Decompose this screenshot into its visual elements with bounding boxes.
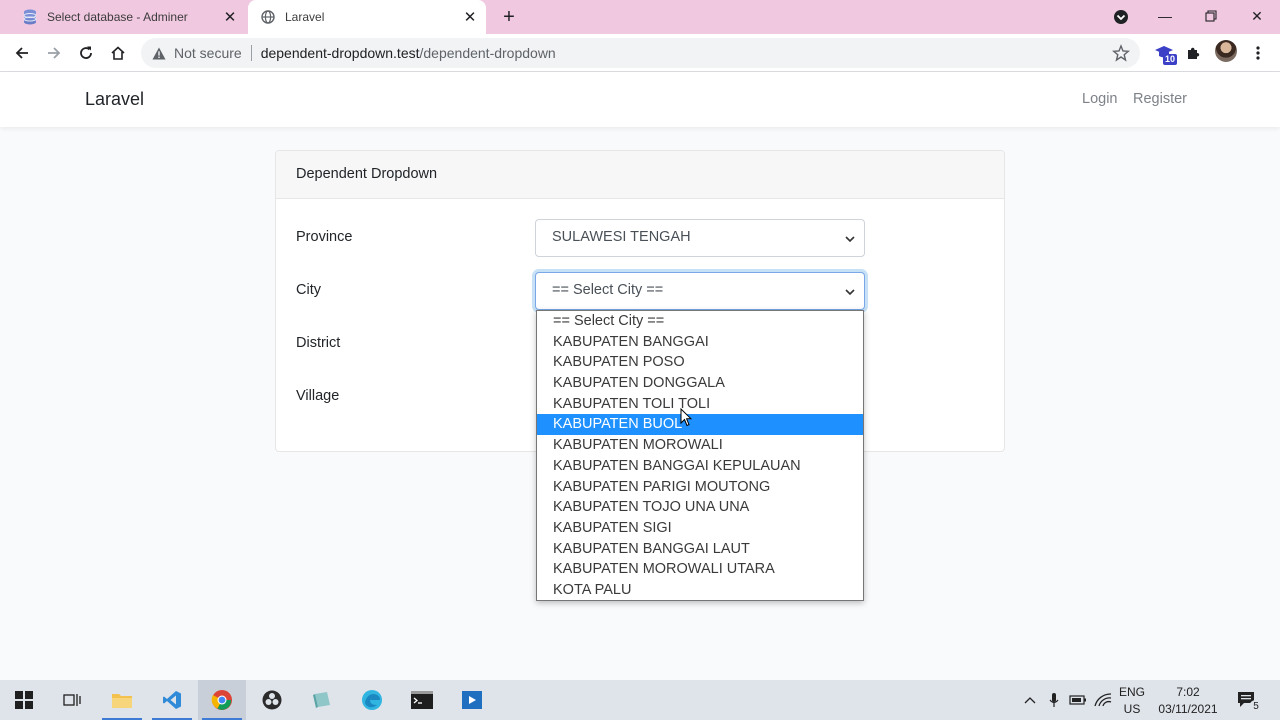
notification-count-badge: 5 [1249,700,1263,714]
windows-start-icon[interactable] [0,680,48,720]
obs-icon[interactable] [248,680,296,720]
region-indicator[interactable]: US [1116,702,1148,716]
register-link[interactable]: Register [1133,91,1187,107]
city-value: == Select City == [552,282,664,298]
microphone-icon[interactable] [1044,690,1064,710]
database-icon [22,9,38,25]
browser-tab-strip: Select database - Adminer ✕ Laravel ✕ + … [0,0,1280,34]
tab-adminer[interactable]: Select database - Adminer ✕ [8,0,246,34]
city-option[interactable]: KABUPATEN TOJO UNA UNA [537,497,863,518]
globe-icon [260,9,276,25]
close-icon[interactable]: ✕ [460,7,480,27]
tab-title: Laravel [285,10,325,24]
reload-button[interactable] [74,41,98,65]
address-bar[interactable]: Not secure dependent-dropdown.test/depen… [141,38,1140,68]
city-option[interactable]: KABUPATEN BANGGAI [537,332,863,353]
city-option[interactable]: KABUPATEN POSO [537,352,863,373]
extension-graduation-icon[interactable]: 10 [1152,41,1178,65]
bookmark-star-icon[interactable] [1111,44,1131,62]
language-indicator[interactable]: ENG [1116,685,1148,699]
city-option[interactable]: KABUPATEN DONGGALA [537,373,863,394]
divider [250,45,252,61]
district-label: District [296,335,341,351]
chevron-down-icon [845,236,855,243]
media-icon[interactable] [448,680,496,720]
mouse-cursor-icon [680,408,692,427]
province-label: Province [296,229,353,245]
app-navbar: Laravel Login Register [0,72,1280,127]
city-label: City [296,282,321,298]
file-explorer-icon[interactable] [98,680,146,720]
city-option[interactable]: KABUPATEN PARIGI MOUTONG [537,477,863,498]
minimize-button[interactable]: — [1143,0,1187,32]
city-option[interactable]: KABUPATEN BUOL [537,414,863,436]
warning-icon[interactable] [151,45,167,61]
security-label[interactable]: Not secure [174,45,242,61]
brand-logo[interactable]: Laravel [85,89,144,110]
village-label: Village [296,388,340,404]
city-option[interactable]: KABUPATEN BANGGAI KEPULAUAN [537,456,863,477]
chevron-down-icon [845,289,855,296]
menu-kebab-icon[interactable] [1246,41,1270,65]
windows-taskbar: ENG US 7:02 03/11/2021 5 [0,680,1280,720]
task-view-icon[interactable] [48,680,96,720]
vscode-icon[interactable] [148,680,196,720]
url-path: /dependent-dropdown [419,45,556,61]
city-option[interactable]: KABUPATEN TOLI TOLI [537,394,863,415]
city-option[interactable]: KABUPATEN MOROWALI UTARA [537,559,863,580]
restore-button[interactable] [1189,0,1233,32]
close-icon[interactable]: ✕ [220,7,240,27]
clock-date[interactable]: 03/11/2021 [1152,702,1224,716]
login-link[interactable]: Login [1082,91,1117,107]
profile-avatar[interactable] [1215,40,1237,62]
tab-title: Select database - Adminer [47,10,188,24]
city-option[interactable]: == Select City == [537,311,863,332]
edge-icon[interactable] [348,680,396,720]
city-option[interactable]: KOTA PALU [537,580,863,601]
terminal-icon[interactable] [398,680,446,720]
city-option[interactable]: KABUPATEN SIGI [537,518,863,539]
chevron-up-icon[interactable] [1020,690,1040,710]
new-tab-button[interactable]: + [498,6,520,28]
wifi-icon[interactable] [1093,690,1113,710]
close-window-button[interactable]: ✕ [1235,0,1279,32]
city-option[interactable]: KABUPATEN MOROWALI [537,435,863,456]
notes-icon[interactable] [298,680,346,720]
card-title: Dependent Dropdown [276,151,1004,199]
tab-laravel[interactable]: Laravel ✕ [248,0,486,34]
forward-button[interactable] [42,41,66,65]
city-option[interactable]: KABUPATEN BANGGAI LAUT [537,539,863,560]
puzzle-icon[interactable] [1182,41,1206,65]
chrome-icon[interactable] [198,680,246,720]
url-host: dependent-dropdown.test [260,45,420,61]
clock-time[interactable]: 7:02 [1152,685,1224,699]
city-select[interactable]: == Select City == [535,272,865,310]
tab-search-icon[interactable] [1112,8,1130,26]
battery-icon[interactable] [1068,690,1088,710]
province-value: SULAWESI TENGAH [552,229,691,245]
extension-badge: 10 [1163,54,1178,65]
province-select[interactable]: SULAWESI TENGAH [535,219,865,257]
city-dropdown-list: == Select City == KABUPATEN BANGGAI KABUPA… [536,310,864,601]
home-button[interactable] [106,41,130,65]
browser-toolbar: Not secure dependent-dropdown.test/depen… [0,34,1280,72]
back-button[interactable] [10,41,34,65]
